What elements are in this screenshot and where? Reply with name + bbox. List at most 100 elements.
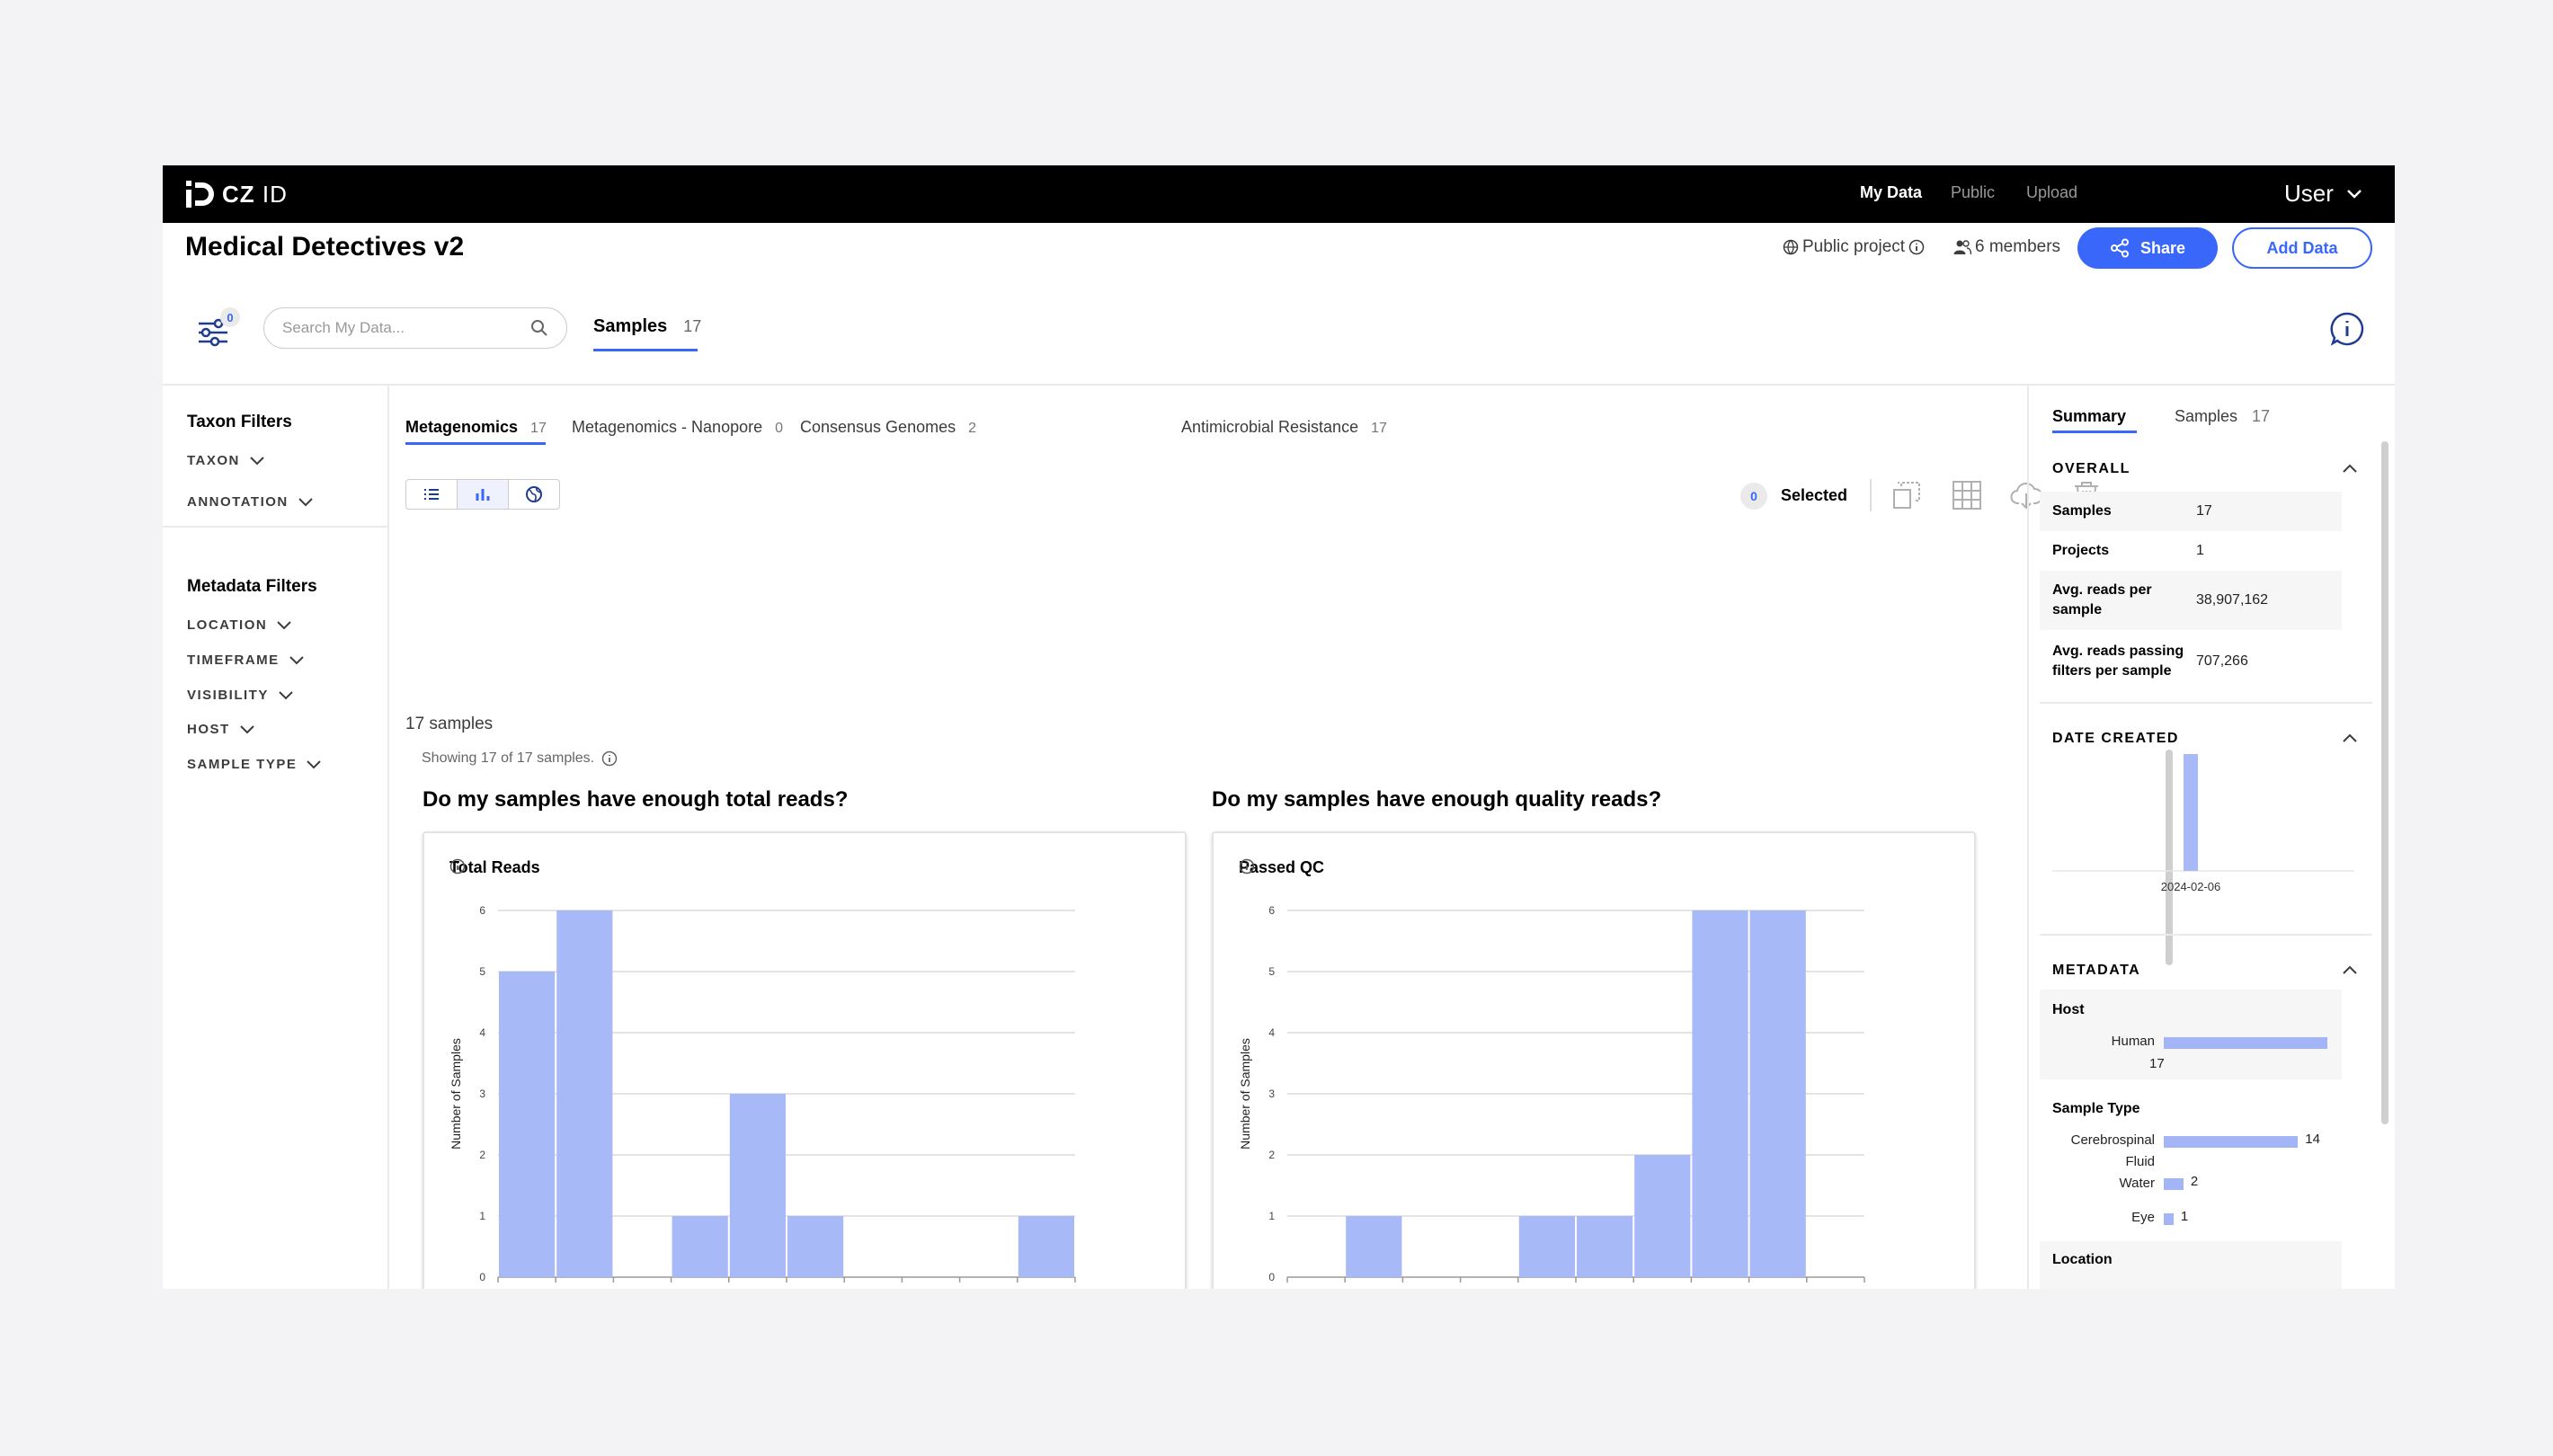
x-tick-label: 20% bbox=[1391, 1288, 1414, 1289]
total-reads-question: Do my samples have enough total reads? bbox=[423, 787, 849, 812]
right-sidebar: Summary Samples 17 OVERALL Samples 17 Proj… bbox=[2027, 386, 2395, 1289]
tab-amr-label: Antimicrobial Resistance bbox=[1181, 418, 1359, 436]
filter-annotation[interactable]: ANNOTATION bbox=[187, 494, 314, 510]
map-view-button[interactable] bbox=[509, 480, 559, 509]
list-view-button[interactable] bbox=[406, 480, 458, 509]
x-tick-label: 30% bbox=[1449, 1288, 1472, 1289]
left-sidebar: Taxon Filters TAXON ANNOTATION Metadata … bbox=[163, 386, 389, 1289]
x-tick-label: 50% bbox=[1564, 1288, 1588, 1289]
tab-underline bbox=[2052, 431, 2137, 433]
tab-sidebar-samples[interactable]: Samples 17 bbox=[2175, 407, 2270, 426]
section-divider bbox=[2040, 934, 2372, 936]
host-label: Host bbox=[2052, 1002, 2085, 1017]
sample-type-category: Eye bbox=[2131, 1210, 2155, 1225]
tab-summary[interactable]: Summary bbox=[2052, 407, 2126, 426]
list-icon bbox=[424, 489, 439, 500]
filter-taxon-label: TAXON bbox=[187, 453, 240, 468]
tab-consensus-label: Consensus Genomes bbox=[800, 418, 956, 436]
host-value: 17 bbox=[2149, 1056, 2165, 1071]
tab-sidebar-samples-count: 17 bbox=[2252, 407, 2271, 425]
y-tick-label: 6 bbox=[1268, 904, 1275, 917]
summary-key: Projects bbox=[2052, 543, 2110, 558]
tab-consensus-genomes[interactable]: Consensus Genomes 2 bbox=[800, 418, 976, 437]
tab-metagenomics[interactable]: Metagenomics 17 bbox=[405, 418, 547, 437]
nav-upload[interactable]: Upload bbox=[2026, 183, 2077, 202]
tab-amr-count: 17 bbox=[1371, 421, 1387, 436]
y-tick-label: 0 bbox=[479, 1271, 485, 1283]
tab-antimicrobial-resistance[interactable]: Antimicrobial Resistance 17 bbox=[1181, 418, 1387, 437]
filter-timeframe[interactable]: TIMEFRAME bbox=[187, 653, 305, 668]
x-tick-label: 90M bbox=[833, 1288, 856, 1289]
globe-icon bbox=[526, 486, 542, 502]
copy-icon[interactable] bbox=[1890, 479, 1923, 511]
passed-qc-histogram: 01234560% 10% 20% 30% 40% 50% 60% 70% 80% 90% 100%… bbox=[1238, 904, 1880, 1289]
chevron-down-icon bbox=[277, 620, 291, 629]
public-project-status: Public project bbox=[1783, 237, 1925, 257]
czid-logo[interactable]: CZ ID bbox=[184, 176, 288, 212]
search-input[interactable] bbox=[282, 319, 516, 337]
heatmap-icon[interactable] bbox=[1951, 479, 1983, 511]
histogram-bar bbox=[1692, 910, 1748, 1277]
tab-consensus-count: 2 bbox=[968, 421, 976, 436]
search-icon[interactable] bbox=[530, 319, 548, 337]
summary-value: 17 bbox=[2196, 503, 2212, 519]
host-category: Human bbox=[2111, 1034, 2155, 1049]
summary-value: 1 bbox=[2196, 543, 2204, 558]
host-bar[interactable] bbox=[2164, 1037, 2327, 1049]
chevron-up-icon[interactable] bbox=[2342, 964, 2358, 975]
histogram-bar bbox=[1018, 1216, 1074, 1277]
filter-sample-type[interactable]: SAMPLE TYPE bbox=[187, 757, 322, 772]
x-tick-label: 100% bbox=[1849, 1288, 1880, 1289]
x-tick-label: 0 bbox=[494, 1288, 501, 1289]
filter-location[interactable]: LOCATION bbox=[187, 617, 292, 633]
x-tick-label: 45M bbox=[660, 1288, 682, 1289]
chevron-up-icon[interactable] bbox=[2342, 732, 2358, 743]
info-icon[interactable] bbox=[601, 750, 618, 767]
chevron-up-icon[interactable] bbox=[2342, 463, 2358, 474]
info-icon[interactable] bbox=[1908, 239, 1925, 255]
project-members[interactable]: 6 members bbox=[1953, 237, 2060, 257]
chart-view-button[interactable] bbox=[458, 480, 509, 509]
sample-type-label: Sample Type bbox=[2052, 1101, 2140, 1116]
search-box bbox=[263, 307, 567, 349]
sidebar-scrollbar[interactable] bbox=[2381, 441, 2388, 1124]
filter-visibility-label: VISIBILITY bbox=[187, 688, 269, 703]
filter-host[interactable]: HOST bbox=[187, 722, 255, 737]
y-tick-label: 1 bbox=[479, 1210, 485, 1222]
filter-host-label: HOST bbox=[187, 722, 230, 737]
summary-key: Avg. reads passing filters per sample bbox=[2052, 644, 2184, 679]
overall-heading: OVERALL bbox=[2052, 461, 2130, 476]
add-data-button[interactable]: Add Data bbox=[2232, 227, 2372, 269]
tab-samples[interactable]: Samples 17 bbox=[593, 316, 701, 351]
total-reads-chart-card: Total Reads 0 1 2 3 4 5 6 0 15M 30M 45M 60M 75M 90M 11… bbox=[423, 831, 1187, 1289]
sample-type-bar[interactable] bbox=[2164, 1178, 2184, 1190]
logo-cz: CZ bbox=[222, 180, 255, 208]
tab-nanopore-label: Metagenomics - Nanopore bbox=[572, 418, 763, 436]
showing-count: Showing 17 of 17 samples. bbox=[422, 750, 618, 767]
x-tick-label: 15M bbox=[545, 1288, 567, 1289]
user-menu[interactable]: User bbox=[2284, 180, 2362, 208]
filter-taxon[interactable]: TAXON bbox=[187, 453, 265, 468]
chevron-down-icon bbox=[279, 690, 293, 699]
y-tick-label: 3 bbox=[479, 1088, 485, 1100]
y-tick-label: 2 bbox=[479, 1149, 485, 1161]
public-project-label: Public project bbox=[1802, 237, 1906, 256]
quality-reads-question: Do my samples have enough quality reads? bbox=[1212, 787, 1662, 812]
sample-type-category: Cerebrospinal Fluid bbox=[2070, 1132, 2155, 1169]
sample-type-value: 1 bbox=[2180, 1209, 2189, 1224]
tab-metagenomics-nanopore[interactable]: Metagenomics - Nanopore 0 bbox=[572, 418, 783, 437]
tab-sidebar-samples-label: Samples bbox=[2175, 407, 2238, 425]
histogram-bar bbox=[1749, 910, 1806, 1277]
share-button[interactable]: Share bbox=[2077, 227, 2218, 269]
user-name: User bbox=[2284, 180, 2334, 207]
date-tick-label: 2024-02-06 bbox=[2161, 880, 2221, 893]
taxon-filters-heading: Taxon Filters bbox=[187, 413, 292, 431]
histogram-bar bbox=[787, 1216, 844, 1277]
nav-my-data[interactable]: My Data bbox=[1860, 183, 1922, 202]
sample-type-bar[interactable] bbox=[2164, 1136, 2299, 1148]
chevron-down-icon bbox=[250, 456, 264, 465]
help-icon[interactable] bbox=[2329, 311, 2365, 347]
sample-type-bar[interactable] bbox=[2164, 1213, 2174, 1225]
filter-visibility[interactable]: VISIBILITY bbox=[187, 688, 294, 703]
nav-public[interactable]: Public bbox=[1951, 183, 1995, 202]
